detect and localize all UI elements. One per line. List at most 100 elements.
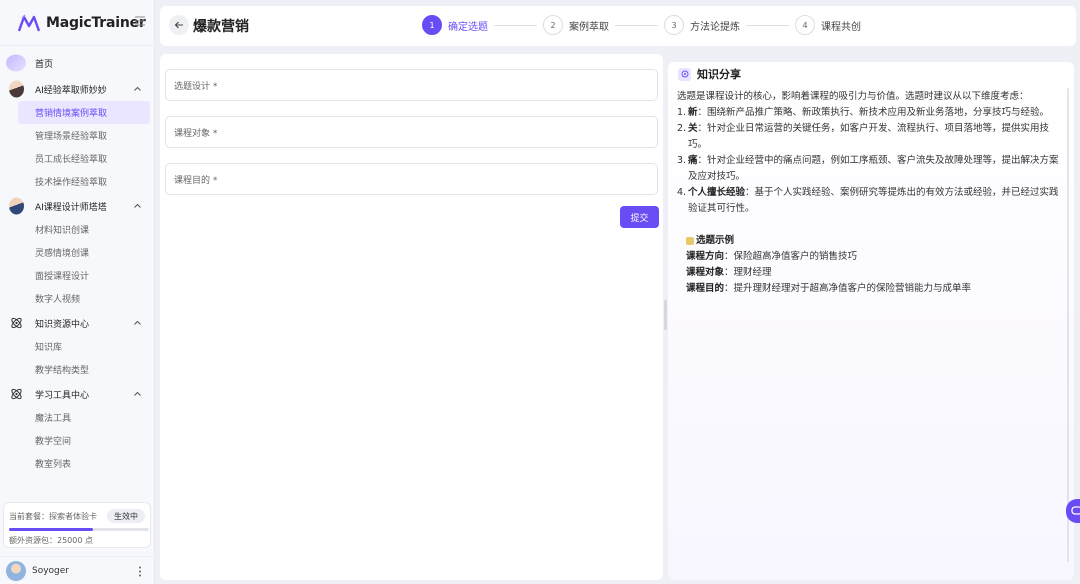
sidebar-item-knowledge-base[interactable]: 知识库 (0, 335, 155, 358)
male-avatar-icon (9, 197, 24, 215)
example-line: 课程方向：保险超高净值客户的销售技巧 (686, 249, 1067, 265)
sidebar-item-label: 教学空间 (35, 437, 72, 447)
sidebar-item-teaching-structure[interactable]: 教学结构类型 (0, 358, 155, 381)
sidebar-item-label: 员工成长经验萃取 (35, 155, 108, 165)
item-text: ：围绕新产品推广策略、新政策执行、新技术应用及新业务落地，分享技巧与经验。 (697, 107, 1050, 118)
page-title: 爆款营销 (193, 19, 249, 35)
more-vertical-icon[interactable] (138, 566, 142, 577)
knowledge-header: 知识分享 (678, 66, 741, 82)
stepper: 1 确定选题 2 案例萃取 3 方法论提炼 4 课程共创 (422, 14, 861, 36)
sidebar-item-label: 知识库 (35, 343, 63, 353)
sidebar-item-teaching-space[interactable]: 教学空间 (0, 429, 155, 452)
step-methodology[interactable]: 3 方法论提炼 (664, 15, 740, 35)
sidebar-item-label: 营销情境案例萃取 (35, 109, 108, 119)
sidebar-item-material-course[interactable]: 材料知识创课 (0, 218, 155, 241)
sidebar-group-course-designer[interactable]: AI课程设计师塔塔 (0, 194, 155, 218)
plan-label: 当前套餐：探索者体验卡 (9, 512, 97, 521)
knowledge-scrollbar[interactable] (1067, 88, 1069, 562)
knowledge-body: 选题是课程设计的核心，影响着课程的吸引力与价值。选题时建议从以下维度考虑： 1.… (677, 89, 1067, 297)
assistant-chat-button[interactable] (1066, 499, 1080, 523)
logo-row: MagicTrainer (0, 0, 155, 46)
sidebar-item-magic-tools[interactable]: 魔法工具 (0, 406, 155, 429)
item-key: 个人擅长经验 (688, 187, 746, 198)
sidebar-group-learning-tools[interactable]: 学习工具中心 (0, 382, 155, 406)
sidebar-group-experience-extractor[interactable]: AI经验萃取师妙妙 (0, 77, 155, 101)
example-line: 课程目的：提升理财经理对于超高净值客户的保险营销能力与成单率 (686, 281, 1067, 297)
panel-resize-handle[interactable] (664, 300, 667, 330)
sidebar-item-label: 材料知识创课 (35, 226, 90, 236)
step-number: 2 (543, 15, 563, 35)
knowledge-share-panel: 知识分享 选题是课程设计的核心，影响着课程的吸引力与价值。选题时建议从以下维度考… (668, 62, 1074, 580)
sidebar-item-label: 教学结构类型 (35, 366, 90, 376)
back-button[interactable] (169, 15, 189, 35)
sidebar-item-classroom-design[interactable]: 面授课程设计 (0, 264, 155, 287)
chevron-up-icon (134, 391, 141, 396)
step-co-creation[interactable]: 4 课程共创 (795, 15, 861, 35)
sidebar-item-tech-operation[interactable]: 技术操作经验萃取 (0, 170, 155, 193)
sidebar-item-home[interactable]: 首页 (0, 51, 155, 75)
course-goal-input[interactable]: 课程目的 * (165, 163, 658, 195)
step-label: 案例萃取 (569, 21, 609, 33)
sidebar-item-employee-growth[interactable]: 员工成长经验萃取 (0, 147, 155, 170)
plan-status-badge: 生效中 (107, 509, 145, 523)
atom-icon (11, 388, 22, 400)
chevron-up-icon (134, 320, 141, 325)
user-name: Soyoger (32, 565, 70, 576)
sidebar-group-label: 知识资源中心 (35, 319, 90, 330)
example-text: ：提升理财经理对于超高净值客户的保险营销能力与成单率 (724, 283, 972, 294)
example-text: ：保险超高净值客户的销售技巧 (724, 251, 858, 262)
atom-icon (11, 317, 22, 329)
sidebar-item-digital-human-video[interactable]: 数字人视频 (0, 287, 155, 310)
sidebar-item-inspiration-course[interactable]: 灵感情境创课 (0, 241, 155, 264)
knowledge-title: 知识分享 (697, 68, 741, 81)
topic-example: 选题示例 课程方向：保险超高净值客户的销售技巧 课程对象：理财经理 课程目的：提… (677, 233, 1067, 297)
pin-icon (686, 237, 694, 245)
course-audience-input[interactable]: 课程对象 * (165, 116, 658, 148)
example-key: 课程目的 (686, 283, 725, 294)
topic-design-input[interactable]: 选题设计 * (165, 69, 658, 101)
sidebar-item-label: 数字人视频 (35, 295, 81, 305)
example-title: 选题示例 (686, 233, 1067, 249)
step-label: 方法论提炼 (690, 21, 740, 33)
collapse-sidebar-icon[interactable] (134, 15, 146, 27)
sidebar-item-classroom-list[interactable]: 教室列表 (0, 452, 155, 475)
home-icon (6, 54, 26, 72)
sidebar-item-label: 教室列表 (35, 460, 72, 470)
plan-progress-fill (9, 528, 93, 531)
female-avatar-icon (9, 80, 24, 98)
sidebar-item-label: 面授课程设计 (35, 272, 90, 282)
knowledge-item: 4. 个人擅长经验：基于个人实践经验、案例研究等提炼出的有效方法或经验，并已经过… (677, 185, 1067, 217)
sidebar-group-knowledge-center[interactable]: 知识资源中心 (0, 311, 155, 335)
sidebar-group-label: AI课程设计师塔塔 (35, 202, 107, 213)
step-label: 确定选题 (448, 21, 488, 33)
step-number: 1 (422, 15, 442, 35)
chevron-up-icon (134, 203, 141, 208)
step-topic[interactable]: 1 确定选题 (422, 15, 488, 35)
step-case-extraction[interactable]: 2 案例萃取 (543, 15, 609, 35)
knowledge-item: 1. 新：围绕新产品推广策略、新政策执行、新技术应用及新业务落地，分享技巧与经验… (677, 105, 1067, 121)
example-title-text: 选题示例 (696, 235, 735, 246)
knowledge-intro: 选题是课程设计的核心，影响着课程的吸引力与价值。选题时建议从以下维度考虑： (677, 91, 1029, 102)
sidebar-item-label: 魔法工具 (35, 414, 72, 424)
field-placeholder: 课程目的 * (174, 175, 218, 186)
page-header: 爆款营销 1 确定选题 2 案例萃取 3 方法论提炼 4 课程共创 (160, 6, 1076, 46)
sidebar-item-management-experience[interactable]: 管理场景经验萃取 (0, 124, 155, 147)
example-line: 课程对象：理财经理 (686, 265, 1067, 281)
info-icon (678, 67, 691, 81)
sidebar-item-label: 管理场景经验萃取 (35, 132, 108, 142)
sidebar-group-label: 学习工具中心 (35, 390, 90, 401)
field-placeholder: 课程对象 * (174, 128, 218, 139)
example-key: 课程对象 (686, 267, 725, 278)
plan-progress-bar (9, 528, 149, 531)
step-number: 3 (664, 15, 684, 35)
sidebar: MagicTrainer 首页 AI经验萃取师妙妙 营销情境案例萃取 管理场景经… (0, 0, 155, 584)
example-key: 课程方向 (686, 251, 725, 262)
plan-card: 当前套餐：探索者体验卡 生效中 额外资源包：25000 点 (3, 502, 151, 548)
item-text: ：针对企业日常运营的关键任务，如客户开发、流程执行、项目落地等，提供实用技巧。 (688, 123, 1050, 150)
example-text: ：理财经理 (724, 267, 772, 278)
user-row[interactable]: Soyoger (0, 556, 155, 584)
item-number: 1. (677, 107, 687, 118)
submit-button[interactable]: 提交 (620, 206, 659, 228)
item-key: 新 (688, 107, 698, 118)
sidebar-item-marketing-case[interactable]: 营销情境案例萃取 (18, 101, 150, 124)
